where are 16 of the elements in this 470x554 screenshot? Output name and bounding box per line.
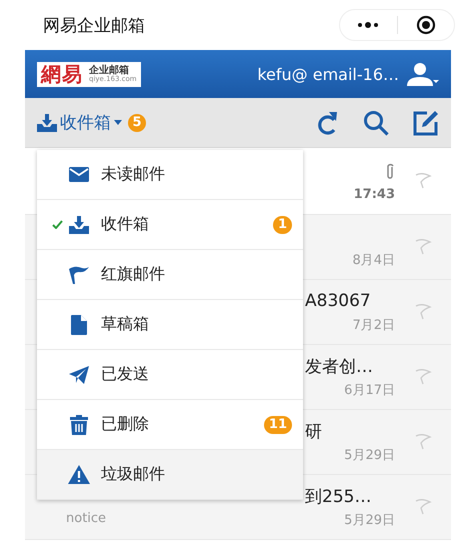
mail-subject: A83067 xyxy=(305,291,371,311)
mail-date: 7月2日 xyxy=(352,317,395,334)
account-name: kefu@ email-16… xyxy=(257,64,399,84)
count-badge: 1 xyxy=(272,216,292,234)
mail-subject: 发者创… xyxy=(305,356,373,378)
mail-date: 5月29日 xyxy=(344,447,395,464)
mail-date: 5月29日 xyxy=(344,512,395,529)
mail-subject: 到255… xyxy=(305,486,372,508)
mail-date: 17:43 xyxy=(354,186,395,202)
mail-date: 8月4日 xyxy=(352,252,395,269)
mail-subject: 研 xyxy=(305,420,322,442)
mail-sender: notice xyxy=(66,511,106,528)
count-badge: 5 xyxy=(128,114,146,132)
count-badge: 11 xyxy=(264,416,292,434)
mail-date: 6月17日 xyxy=(344,382,395,399)
app-title: 网易企业邮箱 xyxy=(43,14,145,36)
